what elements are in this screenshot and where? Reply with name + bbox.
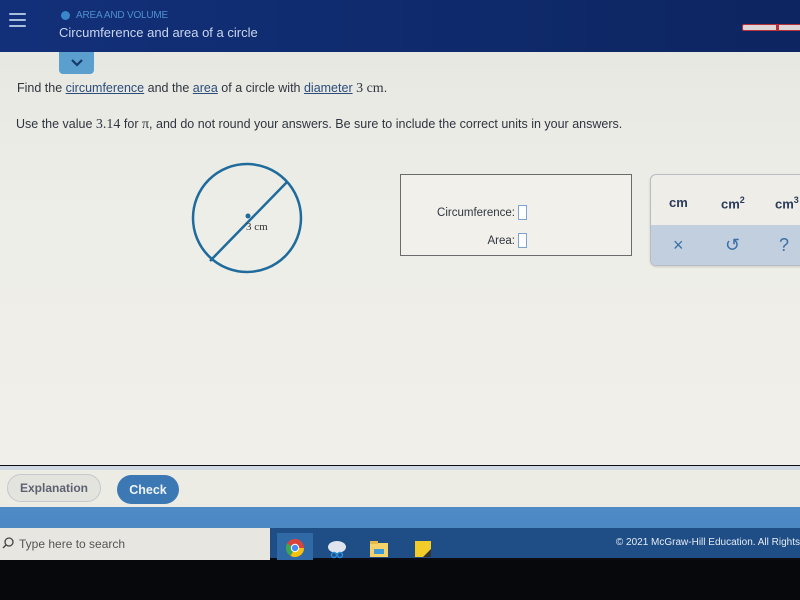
- area-row: Area:: [487, 233, 527, 248]
- keypad-actions: × ↺ ?: [651, 225, 800, 265]
- sticky-notes-icon[interactable]: [408, 535, 438, 563]
- app-header: AREA AND VOLUME Circumference and area o…: [0, 0, 800, 52]
- undo-icon[interactable]: ↺: [725, 235, 740, 256]
- text: for: [120, 117, 142, 131]
- topic-text: AREA AND VOLUME: [76, 10, 169, 21]
- area-link[interactable]: area: [193, 81, 218, 95]
- search-icon: [2, 537, 14, 549]
- search-placeholder: Type here to search: [19, 537, 126, 551]
- unit-cm-button[interactable]: cm: [669, 195, 688, 210]
- center-point: [245, 213, 251, 219]
- topic-dot-icon: [61, 11, 70, 20]
- circumference-row: Circumference:: [437, 205, 527, 220]
- snipping-tool-icon[interactable]: [322, 535, 352, 563]
- copyright-text: © 2021 McGraw-Hill Education. All Rights: [615, 537, 800, 548]
- text: and the: [144, 81, 193, 95]
- text: Use the value: [16, 117, 96, 131]
- check-button[interactable]: Check: [117, 475, 179, 504]
- diameter-label: 3 cm: [246, 221, 268, 233]
- question-prompt: Find the circumference and the area of a…: [17, 81, 387, 97]
- collapse-toggle[interactable]: [59, 52, 94, 74]
- file-explorer-icon[interactable]: [364, 535, 394, 563]
- taskbar-search[interactable]: Type here to search: [0, 528, 270, 560]
- chevron-down-icon: [70, 59, 83, 67]
- help-icon[interactable]: ?: [779, 235, 789, 256]
- question-instructions: Use the value 3.14 for π, and do not rou…: [16, 117, 622, 133]
- unit-cm2-button[interactable]: cm2: [721, 195, 745, 211]
- area-label: Area:: [487, 234, 516, 247]
- text: of a circle with: [217, 81, 304, 95]
- circle-figure: 3 cm: [191, 162, 303, 274]
- explanation-button[interactable]: Explanation: [7, 474, 101, 502]
- clear-icon[interactable]: ×: [673, 235, 684, 256]
- screen-bezel: [0, 560, 800, 600]
- answer-box: Circumference: Area:: [400, 174, 632, 256]
- text: , and do not round your answers. Be sure…: [149, 117, 623, 131]
- circumference-label: Circumference:: [437, 206, 515, 219]
- question-area: Find the circumference and the area of a…: [0, 52, 800, 465]
- unit-cm3-button[interactable]: cm3: [775, 195, 799, 211]
- text: .: [383, 81, 388, 95]
- diameter-link[interactable]: diameter: [304, 81, 353, 95]
- menu-icon[interactable]: [9, 13, 26, 29]
- progress-segment: [743, 25, 776, 30]
- diameter-value: 3 cm: [356, 81, 384, 96]
- pi-value: 3.14: [95, 117, 121, 132]
- pi-symbol: π: [141, 117, 150, 132]
- circumference-input[interactable]: [518, 205, 527, 220]
- unit-keypad: cm cm2 cm3 × ↺ ?: [650, 174, 800, 266]
- page-title: Circumference and area of a circle: [59, 25, 258, 40]
- topic-label: AREA AND VOLUME: [61, 10, 168, 21]
- chrome-icon[interactable]: [277, 533, 313, 563]
- progress-segment: [778, 25, 800, 30]
- progress-indicator: [742, 24, 800, 31]
- text: Find the: [17, 81, 66, 95]
- circumference-link[interactable]: circumference: [66, 81, 145, 95]
- area-input[interactable]: [518, 233, 527, 248]
